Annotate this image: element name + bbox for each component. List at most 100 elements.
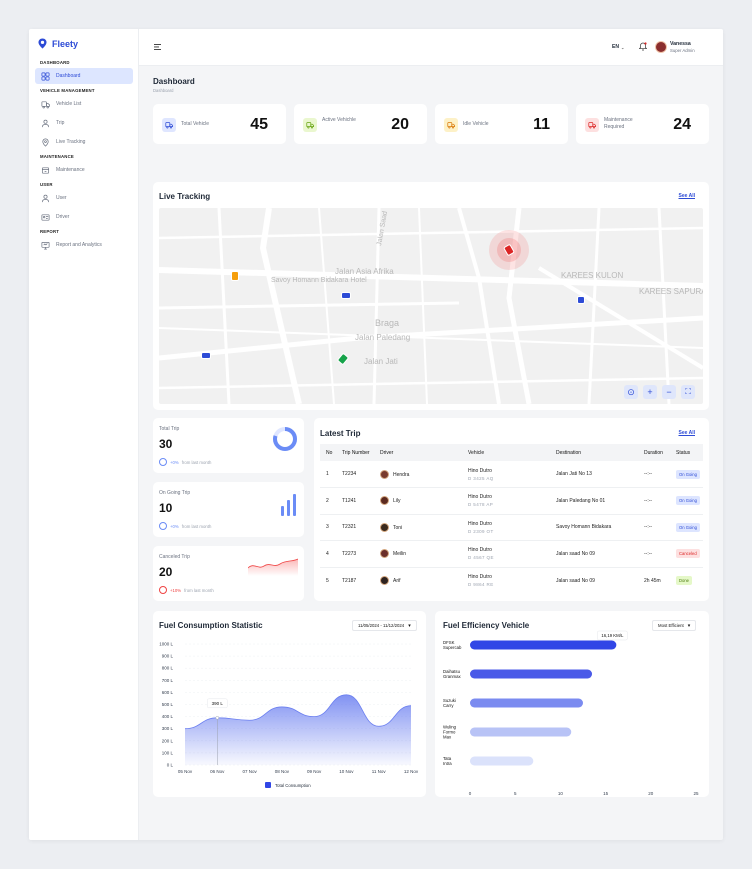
table-row[interactable]: 5 T2187 Arif Hino Dutro D 9864 RE Jalan saad … bbox=[320, 567, 703, 594]
zoom-in-button[interactable]: + bbox=[643, 385, 657, 399]
fullscreen-button[interactable]: ⛶ bbox=[681, 385, 695, 399]
sidebar-item-dashboard[interactable]: Dashboard bbox=[35, 68, 133, 84]
breadcrumb[interactable]: Dashboard bbox=[153, 88, 174, 93]
cell-vehicle: Hino Dutro D 4567 QE bbox=[462, 540, 550, 568]
cell-vehicle: Hino Dutro D 2309 OT bbox=[462, 514, 550, 541]
live-tracking-card: Live Tracking See All Jalan Asia Afrika … bbox=[153, 182, 709, 410]
sidebar-item-driver[interactable]: Driver bbox=[35, 209, 133, 225]
cell-status: On Going bbox=[670, 461, 703, 488]
avatar[interactable] bbox=[655, 41, 667, 53]
cell-duration: --:-- bbox=[638, 487, 670, 515]
mini-stat-title: On Going Trip bbox=[159, 490, 191, 496]
mini-stat-card[interactable]: Total Trip 30 +0% from last month bbox=[153, 418, 304, 473]
x-tick-label: 12 Nov bbox=[404, 769, 419, 774]
sidebar-item-label: Report and Analytics bbox=[56, 242, 102, 248]
sidebar-item-user[interactable]: User bbox=[35, 190, 133, 206]
zoom-out-button[interactable]: − bbox=[662, 385, 676, 399]
vehicle-marker-orange[interactable] bbox=[231, 271, 239, 281]
cell-trip-number: T2187 bbox=[342, 577, 357, 584]
x-tick-label: 20 bbox=[648, 791, 654, 796]
sparkline-icon bbox=[248, 558, 298, 576]
map-label-paledang: Jalan Paledang bbox=[355, 333, 410, 342]
truck-icon bbox=[303, 118, 317, 132]
status-badge: On Going bbox=[676, 496, 700, 506]
cell-destination: Jalan Paledang No 01 bbox=[550, 487, 638, 515]
x-tick-label: 15 bbox=[603, 791, 609, 796]
table-row[interactable]: 3 T2321 Toni Hino Dutro D 2309 OT Savoy Homan… bbox=[320, 514, 703, 541]
cell-no: 3 bbox=[320, 514, 336, 541]
grid-icon bbox=[41, 72, 50, 80]
live-tracking-title: Live Tracking bbox=[159, 192, 211, 201]
y-tick-label: 900 L bbox=[162, 654, 174, 659]
vehicle-marker-blue-3[interactable] bbox=[577, 296, 585, 304]
sidebar-item-label: Driver bbox=[56, 214, 70, 220]
column-header[interactable]: Trip Number bbox=[336, 444, 374, 461]
table-header-row: No Trip Number Driver Vehicle Destination Dur… bbox=[320, 444, 703, 461]
column-header[interactable]: Driver bbox=[374, 444, 462, 461]
column-header[interactable]: Vehicle bbox=[462, 444, 550, 461]
bar bbox=[470, 640, 617, 650]
stat-card[interactable]: Active Vehichle 20 bbox=[294, 104, 427, 144]
sidebar-section-title: MAINTENANCE bbox=[40, 154, 74, 159]
cell-duration: 2h 45m bbox=[644, 577, 661, 584]
stat-card[interactable]: Total Vehicle 45 bbox=[153, 104, 286, 144]
id-card-icon bbox=[41, 213, 50, 221]
y-tick-label: 600 L bbox=[162, 690, 174, 695]
stat-card[interactable]: Idle Vehicle 11 bbox=[435, 104, 568, 144]
y-tick-label: 800 L bbox=[162, 666, 174, 671]
fuel-efficiency-title: Fuel Efficiency Vehicle bbox=[443, 621, 530, 630]
table-row[interactable]: 1 T2234 Hendra Hino Dutro D 3425 AQ Jalan Jat… bbox=[320, 461, 703, 488]
map[interactable]: Jalan Asia Afrika Savoy Homann Bidakara … bbox=[159, 208, 703, 404]
latest-trip-see-all-link[interactable]: See All bbox=[679, 430, 696, 436]
language-selector[interactable]: EN ⌄ bbox=[612, 44, 624, 50]
map-label-karees-sapuran: KAREES SAPURAN bbox=[639, 287, 703, 296]
cell-vehicle: Hino Dutro D 3425 AQ bbox=[462, 461, 550, 488]
locate-button[interactable]: ⊙ bbox=[624, 385, 638, 399]
live-tracking-see-all-link[interactable]: See All bbox=[679, 193, 696, 199]
column-header[interactable]: Destination bbox=[550, 444, 638, 461]
latest-trip-title: Latest Trip bbox=[320, 429, 361, 438]
mini-stat-value: 20 bbox=[159, 565, 173, 579]
brand-logo[interactable]: Fleety bbox=[37, 38, 78, 49]
mini-stat-card[interactable]: Canceled Trip 20 +10% from last month bbox=[153, 546, 304, 601]
bar-chart-icon bbox=[281, 494, 296, 516]
column-header[interactable]: No bbox=[320, 444, 336, 461]
stat-card[interactable]: Maintenance Required 24 bbox=[576, 104, 709, 144]
y-category-label: Granmax bbox=[443, 674, 462, 679]
efficiency-filter-select[interactable]: Most Efficient ▾ bbox=[652, 620, 697, 631]
y-category-label: Carry bbox=[443, 703, 454, 708]
cell-trip-number: T2234 bbox=[336, 461, 374, 488]
chart-legend: Total Consumption bbox=[265, 782, 311, 788]
cell-duration: --:-- bbox=[638, 461, 670, 488]
mini-stat-card[interactable]: On Going Trip 10 +0% from last month bbox=[153, 482, 304, 537]
y-tick-label: 500 L bbox=[162, 702, 174, 707]
truck-icon bbox=[41, 100, 50, 108]
fuel-efficiency-chart: DFSKSupercabDaihatsuGranmaxSuzukiCarryWu… bbox=[443, 630, 699, 805]
language-label: EN bbox=[612, 44, 619, 50]
sidebar-item-report-and-analytics[interactable]: Report and Analytics bbox=[35, 237, 133, 253]
sidebar-item-trip[interactable]: Trip bbox=[35, 115, 133, 131]
caret-down-icon: ▾ bbox=[408, 622, 411, 629]
sidebar-item-maintenance[interactable]: Maintenance bbox=[35, 162, 133, 178]
sidebar-item-live-tracking[interactable]: Live Tracking bbox=[35, 134, 133, 150]
date-range-select[interactable]: 11/05/2024 - 11/12/2024 ▾ bbox=[352, 620, 417, 631]
vehicle-plate: D 2309 OT bbox=[468, 528, 494, 534]
table-row[interactable]: 4 T2273 Meilin Hino Dutro D 4567 QE Jalan saa… bbox=[320, 540, 703, 568]
column-header[interactable]: Duration bbox=[638, 444, 670, 461]
cell-trip-number: T2321 bbox=[336, 514, 374, 541]
vehicle-marker-blue-2[interactable] bbox=[201, 352, 211, 359]
delta-suffix: from last month bbox=[181, 523, 212, 529]
x-tick-label: 0 bbox=[469, 791, 472, 796]
minus-icon: − bbox=[666, 387, 672, 397]
column-header[interactable]: Status bbox=[670, 444, 703, 461]
x-tick-label: 05 Nov bbox=[178, 769, 193, 774]
sidebar-item-vehicle-list[interactable]: Vehicle List bbox=[35, 96, 133, 112]
trend-icon bbox=[159, 458, 167, 466]
efficiency-filter-value: Most Efficient bbox=[658, 623, 684, 628]
tools-icon bbox=[41, 166, 50, 174]
topbar: EN ⌄ Vanessa Super Admin bbox=[139, 29, 723, 66]
table-row[interactable]: 2 T1241 Lily Hino Dutro D 5478 AP Jalan Paled… bbox=[320, 487, 703, 515]
vehicle-marker-blue-1[interactable] bbox=[341, 292, 351, 299]
menu-icon[interactable] bbox=[154, 44, 161, 50]
bell-icon[interactable] bbox=[639, 42, 647, 51]
